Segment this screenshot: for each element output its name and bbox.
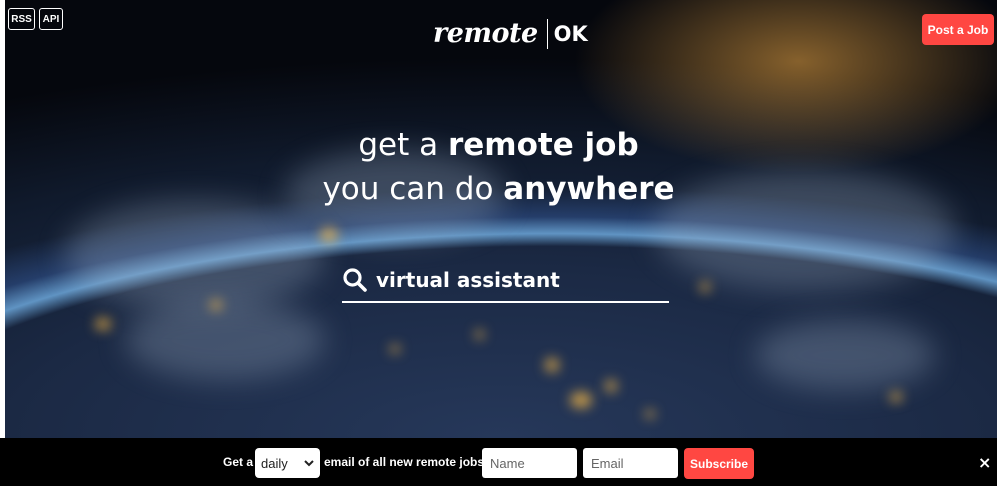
frequency-select[interactable]: daily	[255, 448, 320, 478]
logo[interactable]: remote OK	[433, 18, 588, 49]
name-input[interactable]	[482, 448, 577, 478]
hero-background	[5, 0, 997, 438]
search-icon[interactable]	[342, 267, 368, 293]
api-button[interactable]: API	[39, 8, 63, 30]
chevron-down-icon	[304, 459, 314, 466]
headline-line2-bold: anywhere	[503, 171, 675, 207]
logo-ok-text: OK	[553, 21, 588, 46]
headline-line2-light: you can do	[322, 171, 504, 207]
frequency-selected-value: daily	[261, 455, 288, 471]
subscribe-prefix: Get a	[223, 455, 254, 469]
email-input[interactable]	[583, 448, 678, 478]
hero-headline-line2: you can do anywhere	[0, 171, 997, 207]
search-input[interactable]: virtual assistant	[376, 268, 560, 292]
subscribe-button[interactable]: Subscribe	[684, 448, 754, 479]
logo-divider	[546, 18, 548, 49]
close-icon[interactable]: ×	[978, 438, 991, 486]
subscribe-bar: Get a daily email of all new remote jobs…	[0, 438, 997, 486]
rss-button[interactable]: RSS	[8, 8, 35, 30]
search-field[interactable]: virtual assistant	[342, 258, 669, 303]
headline-line1-bold: remote job	[447, 127, 639, 163]
hero-headline-line1: get a remote job	[0, 127, 997, 163]
logo-script-text: remote	[433, 18, 538, 49]
post-job-button[interactable]: Post a Job	[922, 14, 994, 45]
subscribe-suffix: email of all new remote jobs	[324, 455, 485, 469]
headline-line1-light: get a	[358, 127, 448, 163]
